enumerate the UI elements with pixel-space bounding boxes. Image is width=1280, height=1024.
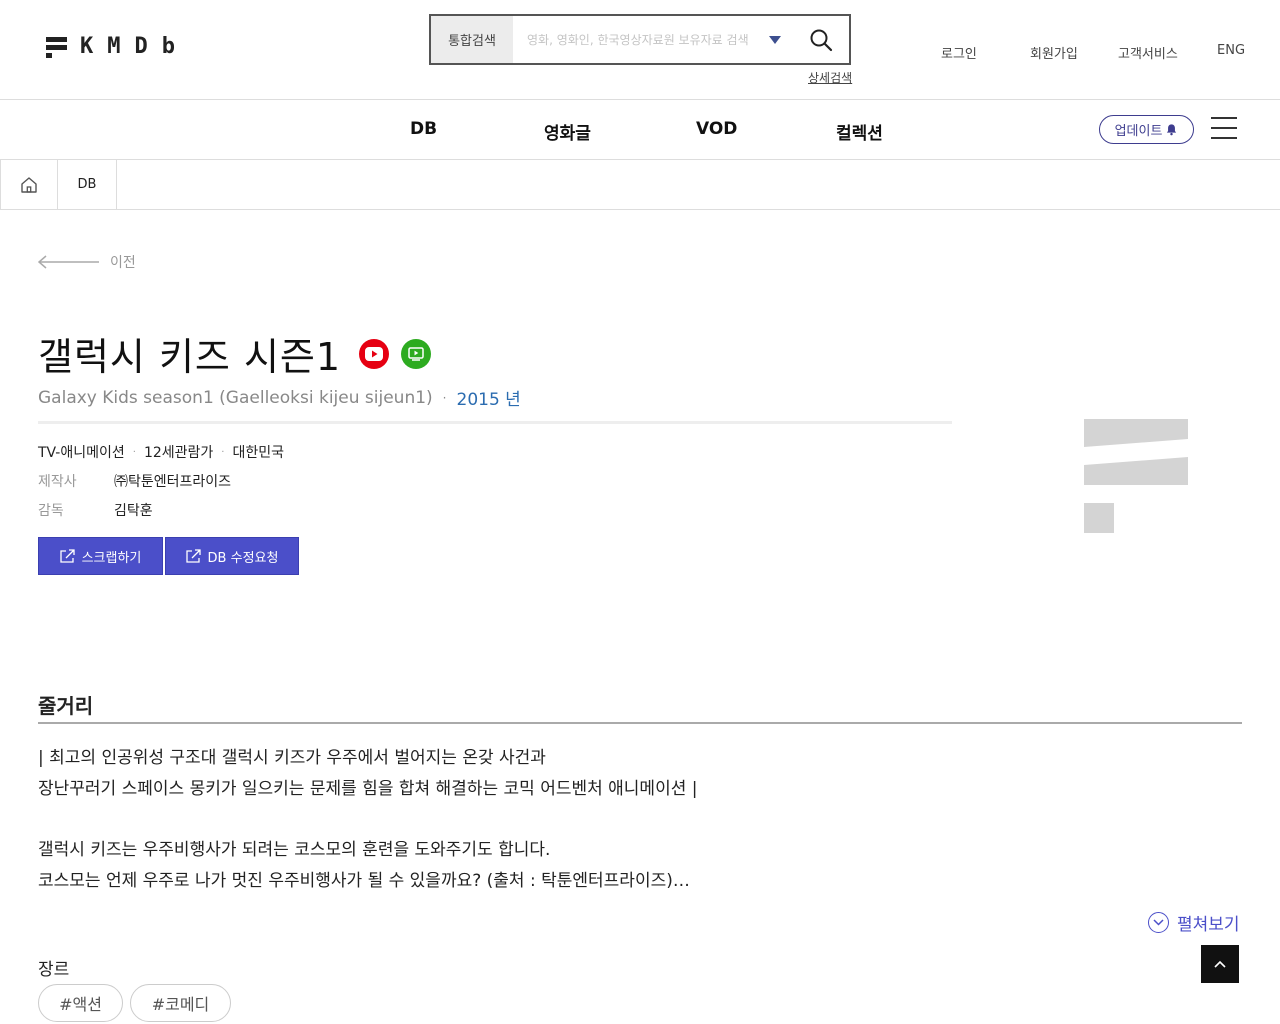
scrap-label: 스크랩하기 [81, 550, 142, 566]
breadcrumb-home[interactable] [0, 160, 58, 209]
separator-dot: · [221, 446, 225, 458]
synopsis-line: | 최고의 인공위성 구조대 갤럭시 키즈가 우주에서 벌어지는 온갖 사건과 [38, 748, 546, 768]
advanced-search-link[interactable]: 상세검색 [808, 69, 852, 86]
main-navigation: DB 영화글 VOD 컬렉션 [0, 100, 1280, 160]
original-title: Galaxy Kids season1 (Gaelleoksi kijeu si… [38, 387, 433, 408]
youtube-icon[interactable] [359, 338, 390, 369]
breadcrumb-item-db[interactable]: DB [58, 160, 117, 209]
separator-dot: · [132, 446, 136, 458]
title-divider [38, 421, 952, 424]
poster-placeholder-icon [1084, 419, 1188, 533]
nav-item-articles[interactable]: 영화글 [544, 119, 591, 144]
vod-play-icon[interactable] [401, 338, 432, 369]
meta-rating: 12세관람가 [143, 445, 214, 461]
home-icon [21, 176, 37, 193]
logo-mark-icon [46, 35, 68, 59]
breadcrumb: DB [0, 160, 1280, 210]
nav-item-vod[interactable]: VOD [696, 119, 737, 139]
title-row: 갤럭시 키즈 시즌1 [38, 326, 432, 381]
meta-type: TV-애니메이션 [38, 445, 125, 461]
info-row-director: 감독 김탁훈 [38, 500, 153, 520]
chevron-up-icon [1214, 960, 1226, 968]
signup-link[interactable]: 회원가입 [1030, 43, 1078, 62]
synopsis-line: 코스모는 언제 우주로 나가 멋진 우주비행사가 될 수 있을까요? (출처 :… [38, 871, 690, 891]
release-year: 2015 년 [456, 390, 521, 410]
synopsis-line: 장난꾸러기 스페이스 몽키가 일으키는 문제를 힘을 합쳐 해결하는 코믹 어드… [38, 779, 698, 799]
kmdb-logo[interactable]: KMDb [46, 34, 189, 59]
info-label: 감독 [38, 503, 64, 519]
synopsis-heading: 줄거리 [38, 694, 94, 718]
nav-item-collection[interactable]: 컬렉션 [836, 119, 883, 144]
chevron-down-icon [1148, 912, 1169, 933]
customer-service-link[interactable]: 고객서비스 [1118, 43, 1178, 62]
db-edit-label: DB 수정요청 [207, 550, 279, 566]
share-icon [185, 549, 201, 563]
english-link[interactable]: ENG [1217, 43, 1245, 58]
top-header: KMDb 통합검색 상세검색 로그인 회원가입 고객서비스 ENG [0, 0, 1280, 100]
login-link[interactable]: 로그인 [941, 43, 977, 62]
info-value: 김탁훈 [114, 503, 153, 519]
separator-dot: · [442, 390, 447, 405]
menu-hamburger-icon[interactable] [1211, 117, 1237, 139]
info-row-producer: 제작사 ㈜탁툰엔터프라이즈 [38, 471, 231, 491]
genre-heading: 장르 [38, 960, 70, 980]
arrow-left-icon [38, 255, 99, 269]
search-box: 통합검색 [429, 14, 851, 65]
chevron-down-icon[interactable] [769, 35, 781, 44]
bell-icon [1167, 124, 1177, 136]
back-link[interactable]: 이전 [38, 252, 136, 272]
nav-item-db[interactable]: DB [410, 119, 437, 139]
back-label: 이전 [110, 255, 136, 271]
section-divider [38, 722, 1242, 724]
info-label: 제작사 [38, 474, 77, 490]
page-title: 갤럭시 키즈 시즌1 [38, 335, 342, 379]
synopsis-line: 갤럭시 키즈는 우주비행사가 되려는 코스모의 훈련을 도와주기도 합니다. [38, 840, 551, 860]
search-input[interactable] [513, 16, 769, 63]
logo-text: KMDb [80, 34, 189, 59]
scrap-button[interactable]: 스크랩하기 [38, 537, 163, 575]
update-button[interactable]: 업데이트 [1099, 115, 1194, 144]
db-edit-request-button[interactable]: DB 수정요청 [165, 537, 299, 575]
update-label: 업데이트 [1114, 124, 1163, 139]
meta-row: TV-애니메이션 · 12세관람가 · 대한민국 [38, 442, 284, 462]
subtitle-row: Galaxy Kids season1 (Gaelleoksi kijeu si… [38, 385, 521, 411]
expand-label: 펼쳐보기 [1177, 915, 1240, 935]
genre-tag-action[interactable]: #액션 [38, 984, 123, 1022]
expand-button[interactable]: 펼쳐보기 [1148, 910, 1240, 935]
search-icon [810, 29, 833, 51]
share-icon [59, 549, 75, 563]
search-scope-select[interactable]: 통합검색 [431, 16, 513, 63]
meta-country: 대한민국 [232, 445, 285, 461]
genre-tag-comedy[interactable]: #코메디 [130, 984, 231, 1022]
info-value: ㈜탁툰엔터프라이즈 [114, 474, 232, 490]
search-button[interactable] [803, 22, 839, 58]
scroll-top-button[interactable] [1201, 945, 1239, 983]
